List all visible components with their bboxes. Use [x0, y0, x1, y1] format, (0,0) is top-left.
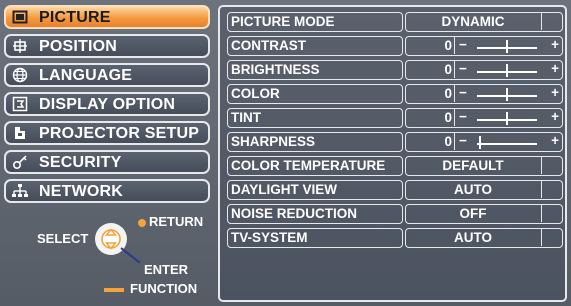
value-tail — [541, 229, 562, 246]
function-label: FUNCTION — [130, 281, 198, 296]
slider-knob[interactable] — [506, 112, 508, 125]
slider-track[interactable]: − + — [454, 133, 565, 150]
setting-row-picture-mode[interactable]: PICTURE MODE DYNAMIC — [227, 12, 563, 32]
setting-label: CONTRAST — [227, 36, 403, 56]
setting-label: TV-SYSTEM — [227, 228, 403, 248]
value-tail — [541, 205, 562, 222]
menu-label: POSITION — [39, 38, 118, 55]
display-option-icon — [12, 96, 28, 112]
slider-value: 0 — [444, 38, 452, 53]
setting-value[interactable]: AUTO — [405, 228, 563, 248]
value-text: OFF — [459, 206, 487, 221]
return-label: RETURN — [149, 214, 204, 229]
value-text: DEFAULT — [442, 158, 504, 173]
setting-row-daylight-view[interactable]: DAYLIGHT VIEW AUTO — [227, 180, 563, 200]
slider-knob[interactable] — [506, 40, 508, 53]
setting-slider[interactable]: 0 − + — [405, 36, 563, 56]
setting-label: DAYLIGHT VIEW — [227, 180, 403, 200]
value-text: AUTO — [453, 230, 492, 245]
setting-label: TINT — [227, 108, 403, 128]
plus-icon: + — [551, 61, 559, 76]
setting-label: COLOR — [227, 84, 403, 104]
setting-row-color[interactable]: COLOR 0 − + — [227, 84, 563, 104]
setting-value[interactable]: AUTO — [405, 180, 563, 200]
select-label: SELECT — [37, 231, 89, 246]
setting-row-brightness[interactable]: BRIGHTNESS 0 − + — [227, 60, 563, 80]
setting-row-sharpness[interactable]: SHARPNESS 0 − + — [227, 132, 563, 152]
slider-knob[interactable] — [479, 136, 481, 149]
slider-knob[interactable] — [506, 88, 508, 101]
setting-label: BRIGHTNESS — [227, 60, 403, 80]
menu-label: NETWORK — [39, 183, 124, 200]
plus-icon: + — [551, 109, 559, 124]
minus-icon: − — [459, 85, 467, 100]
button-guide: RETURN SELECT ENTER FUNCTION — [4, 208, 210, 302]
network-icon — [12, 183, 28, 199]
slider-track[interactable]: − + — [454, 37, 565, 54]
plus-icon: + — [551, 133, 559, 148]
setting-row-tv-system[interactable]: TV-SYSTEM AUTO — [227, 228, 563, 248]
minus-icon: − — [459, 37, 467, 52]
menu-label: SECURITY — [39, 154, 122, 171]
setting-slider[interactable]: 0 − + — [405, 108, 563, 128]
plus-icon: + — [551, 37, 559, 52]
menu-label: PROJECTOR SETUP — [39, 125, 200, 142]
picture-settings-panel: PICTURE MODE DYNAMIC CONTRAST 0 − + BRIG… — [218, 5, 567, 302]
enter-label: ENTER — [144, 262, 189, 277]
menu-item-position[interactable]: POSITION — [4, 34, 210, 58]
value-text: AUTO — [453, 182, 492, 197]
setting-slider[interactable]: 0 − + — [405, 84, 563, 104]
position-icon — [12, 38, 28, 54]
slider-value: 0 — [444, 62, 452, 77]
menu-item-display-option[interactable]: DISPLAY OPTION — [4, 92, 210, 116]
projector-setup-icon — [12, 125, 28, 141]
slider-line — [477, 143, 537, 145]
slider-value: 0 — [444, 110, 452, 125]
value-tail — [541, 13, 562, 30]
menu-label: PICTURE — [39, 9, 111, 26]
value-tail — [541, 157, 562, 174]
menu-label: DISPLAY OPTION — [39, 96, 176, 113]
minus-icon: − — [459, 133, 467, 148]
value-text: DYNAMIC — [441, 14, 505, 29]
setting-value[interactable]: DEFAULT — [405, 156, 563, 176]
setting-row-tint[interactable]: TINT 0 − + — [227, 108, 563, 128]
setting-label: SHARPNESS — [227, 132, 403, 152]
setting-value[interactable]: DYNAMIC — [405, 12, 563, 32]
setting-label: COLOR TEMPERATURE — [227, 156, 403, 176]
slider-knob[interactable] — [506, 64, 508, 77]
setting-row-contrast[interactable]: CONTRAST 0 − + — [227, 36, 563, 56]
plus-icon: + — [551, 85, 559, 100]
menu-item-language[interactable]: LANGUAGE — [4, 63, 210, 87]
setting-slider[interactable]: 0 − + — [405, 60, 563, 80]
slider-track[interactable]: − + — [454, 109, 565, 126]
minus-icon: − — [459, 109, 467, 124]
setting-value[interactable]: OFF — [405, 204, 563, 224]
menu-label: LANGUAGE — [39, 67, 133, 84]
globe-icon — [12, 67, 28, 83]
menu-item-network[interactable]: NETWORK — [4, 179, 210, 203]
menu-item-security[interactable]: SECURITY — [4, 150, 210, 174]
setting-row-color-temperature[interactable]: COLOR TEMPERATURE DEFAULT — [227, 156, 563, 176]
setting-label: NOISE REDUCTION — [227, 204, 403, 224]
menu-item-projector-setup[interactable]: PROJECTOR SETUP — [4, 121, 210, 145]
setting-label: PICTURE MODE — [227, 12, 403, 32]
slider-track[interactable]: − + — [454, 85, 565, 102]
minus-icon: − — [459, 61, 467, 76]
menu-item-picture[interactable]: PICTURE — [4, 5, 210, 29]
value-tail — [541, 181, 562, 198]
setting-slider[interactable]: 0 − + — [405, 132, 563, 152]
picture-icon — [12, 9, 28, 25]
key-icon — [12, 154, 28, 170]
setting-row-noise-reduction[interactable]: NOISE REDUCTION OFF — [227, 204, 563, 224]
slider-value: 0 — [444, 134, 452, 149]
function-bar — [104, 288, 124, 292]
slider-track[interactable]: − + — [454, 61, 565, 78]
return-dot — [138, 219, 146, 227]
slider-value: 0 — [444, 86, 452, 101]
